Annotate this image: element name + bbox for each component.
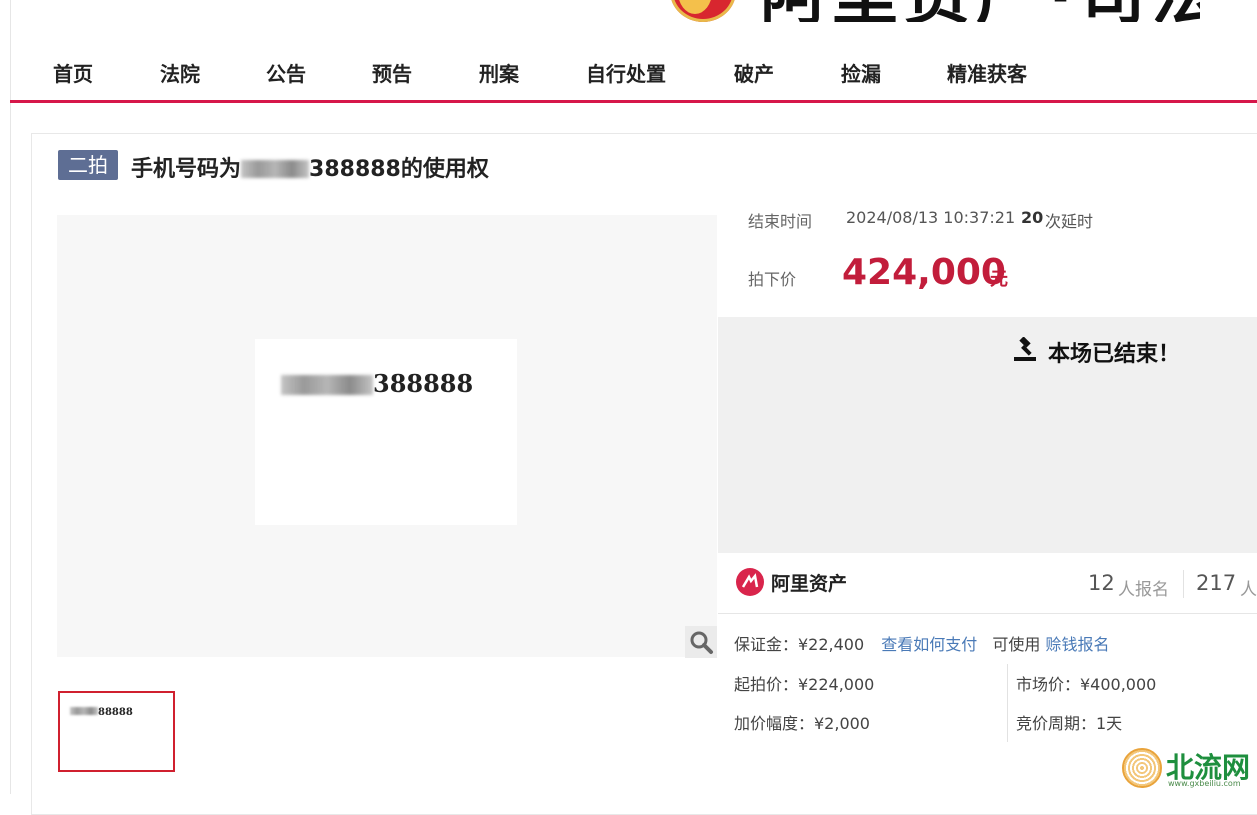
item-title: 手机号码为 388888的使用权 — [131, 151, 489, 183]
image-gallery: 388888 — [57, 215, 717, 657]
usable-label: 可使用 — [992, 635, 1041, 654]
item-title-prefix: 手机号码为 — [131, 157, 242, 182]
zoom-button[interactable] — [685, 626, 717, 658]
nav-item-home[interactable]: 首页 — [53, 58, 93, 87]
nav-item-leads[interactable]: 精准获客 — [947, 58, 1027, 87]
main-image[interactable]: 388888 — [255, 339, 517, 525]
watermark-url: www.gxbeiliu.com — [1168, 779, 1241, 788]
signup-label: 人报名 — [1118, 580, 1169, 600]
main-image-number: 388888 — [281, 369, 473, 398]
main-image-number-suffix: 388888 — [373, 369, 474, 398]
deposit: 保证金：¥22,400 — [734, 635, 865, 654]
thumbnail-number-suffix: 88888 — [98, 707, 133, 718]
end-time-label: 结束时间 — [748, 212, 813, 231]
earn-signup-link[interactable]: 赊钱报名 — [1045, 635, 1109, 654]
bid-cycle: 竞价周期：1天 — [1016, 714, 1123, 733]
nav-item-self-disposal[interactable]: 自行处置 — [586, 58, 666, 87]
logo-title: 阿里资产·司法 — [760, 0, 1200, 22]
end-time-value: 2024/08/13 10:37:21 — [846, 208, 1016, 227]
final-price: 424,000 — [842, 252, 1006, 293]
ali-asset-logo-icon — [736, 568, 764, 596]
pay-how-link[interactable]: 查看如何支付 — [881, 635, 977, 654]
platform-name: 阿里资产 — [771, 573, 848, 595]
gavel-icon — [1014, 337, 1036, 361]
nav-item-notice[interactable]: 公告 — [266, 58, 306, 87]
masked-digits — [281, 375, 373, 395]
nav-item-criminal[interactable]: 刑案 — [479, 58, 519, 87]
site-logo[interactable]: 阿里资产·司法 — [660, 0, 1200, 22]
thumbnail-number: 88888 — [70, 707, 133, 718]
details-separator — [1007, 664, 1008, 742]
price-increment: 加价幅度：¥2,000 — [734, 714, 870, 733]
nav-item-bankruptcy[interactable]: 破产 — [734, 58, 774, 87]
round-badge: 二拍 — [58, 150, 118, 180]
watch-label: 人 — [1240, 580, 1257, 600]
price-unit: 元 — [990, 269, 1008, 290]
start-price: 起拍价：¥224,000 — [734, 675, 875, 694]
signup-count: 12 — [1088, 571, 1115, 595]
deposit-row: 保证金：¥22,400 查看如何支付 可使用 赊钱报名 — [734, 631, 1110, 655]
nav-item-bargain[interactable]: 捡漏 — [841, 58, 881, 87]
watermark: 北流网 www.gxbeiliu.com — [1120, 746, 1257, 794]
page-left-border — [10, 0, 11, 794]
watch-count: 217 — [1196, 571, 1237, 595]
masked-digits — [241, 160, 310, 178]
thumbnail-1[interactable]: 88888 — [58, 691, 175, 772]
final-price-label: 拍下价 — [748, 270, 797, 289]
watermark-logo-icon — [1122, 748, 1162, 788]
auction-status: 本场已结束！ — [1048, 342, 1181, 367]
extension-label: 次延时 — [1045, 212, 1094, 231]
masked-digits — [70, 707, 98, 715]
main-nav: 首页 法院 公告 预告 刑案 自行处置 破产 捡漏 精准获客 — [10, 44, 1257, 103]
item-title-suffix: 388888的使用权 — [309, 157, 489, 182]
extension-count: 20 — [1021, 208, 1044, 227]
nav-item-court[interactable]: 法院 — [160, 58, 200, 87]
magnifier-icon — [690, 631, 713, 654]
market-price: 市场价：¥400,000 — [1016, 675, 1157, 694]
count-separator — [1183, 570, 1184, 598]
nav-item-preview[interactable]: 预告 — [372, 58, 412, 87]
